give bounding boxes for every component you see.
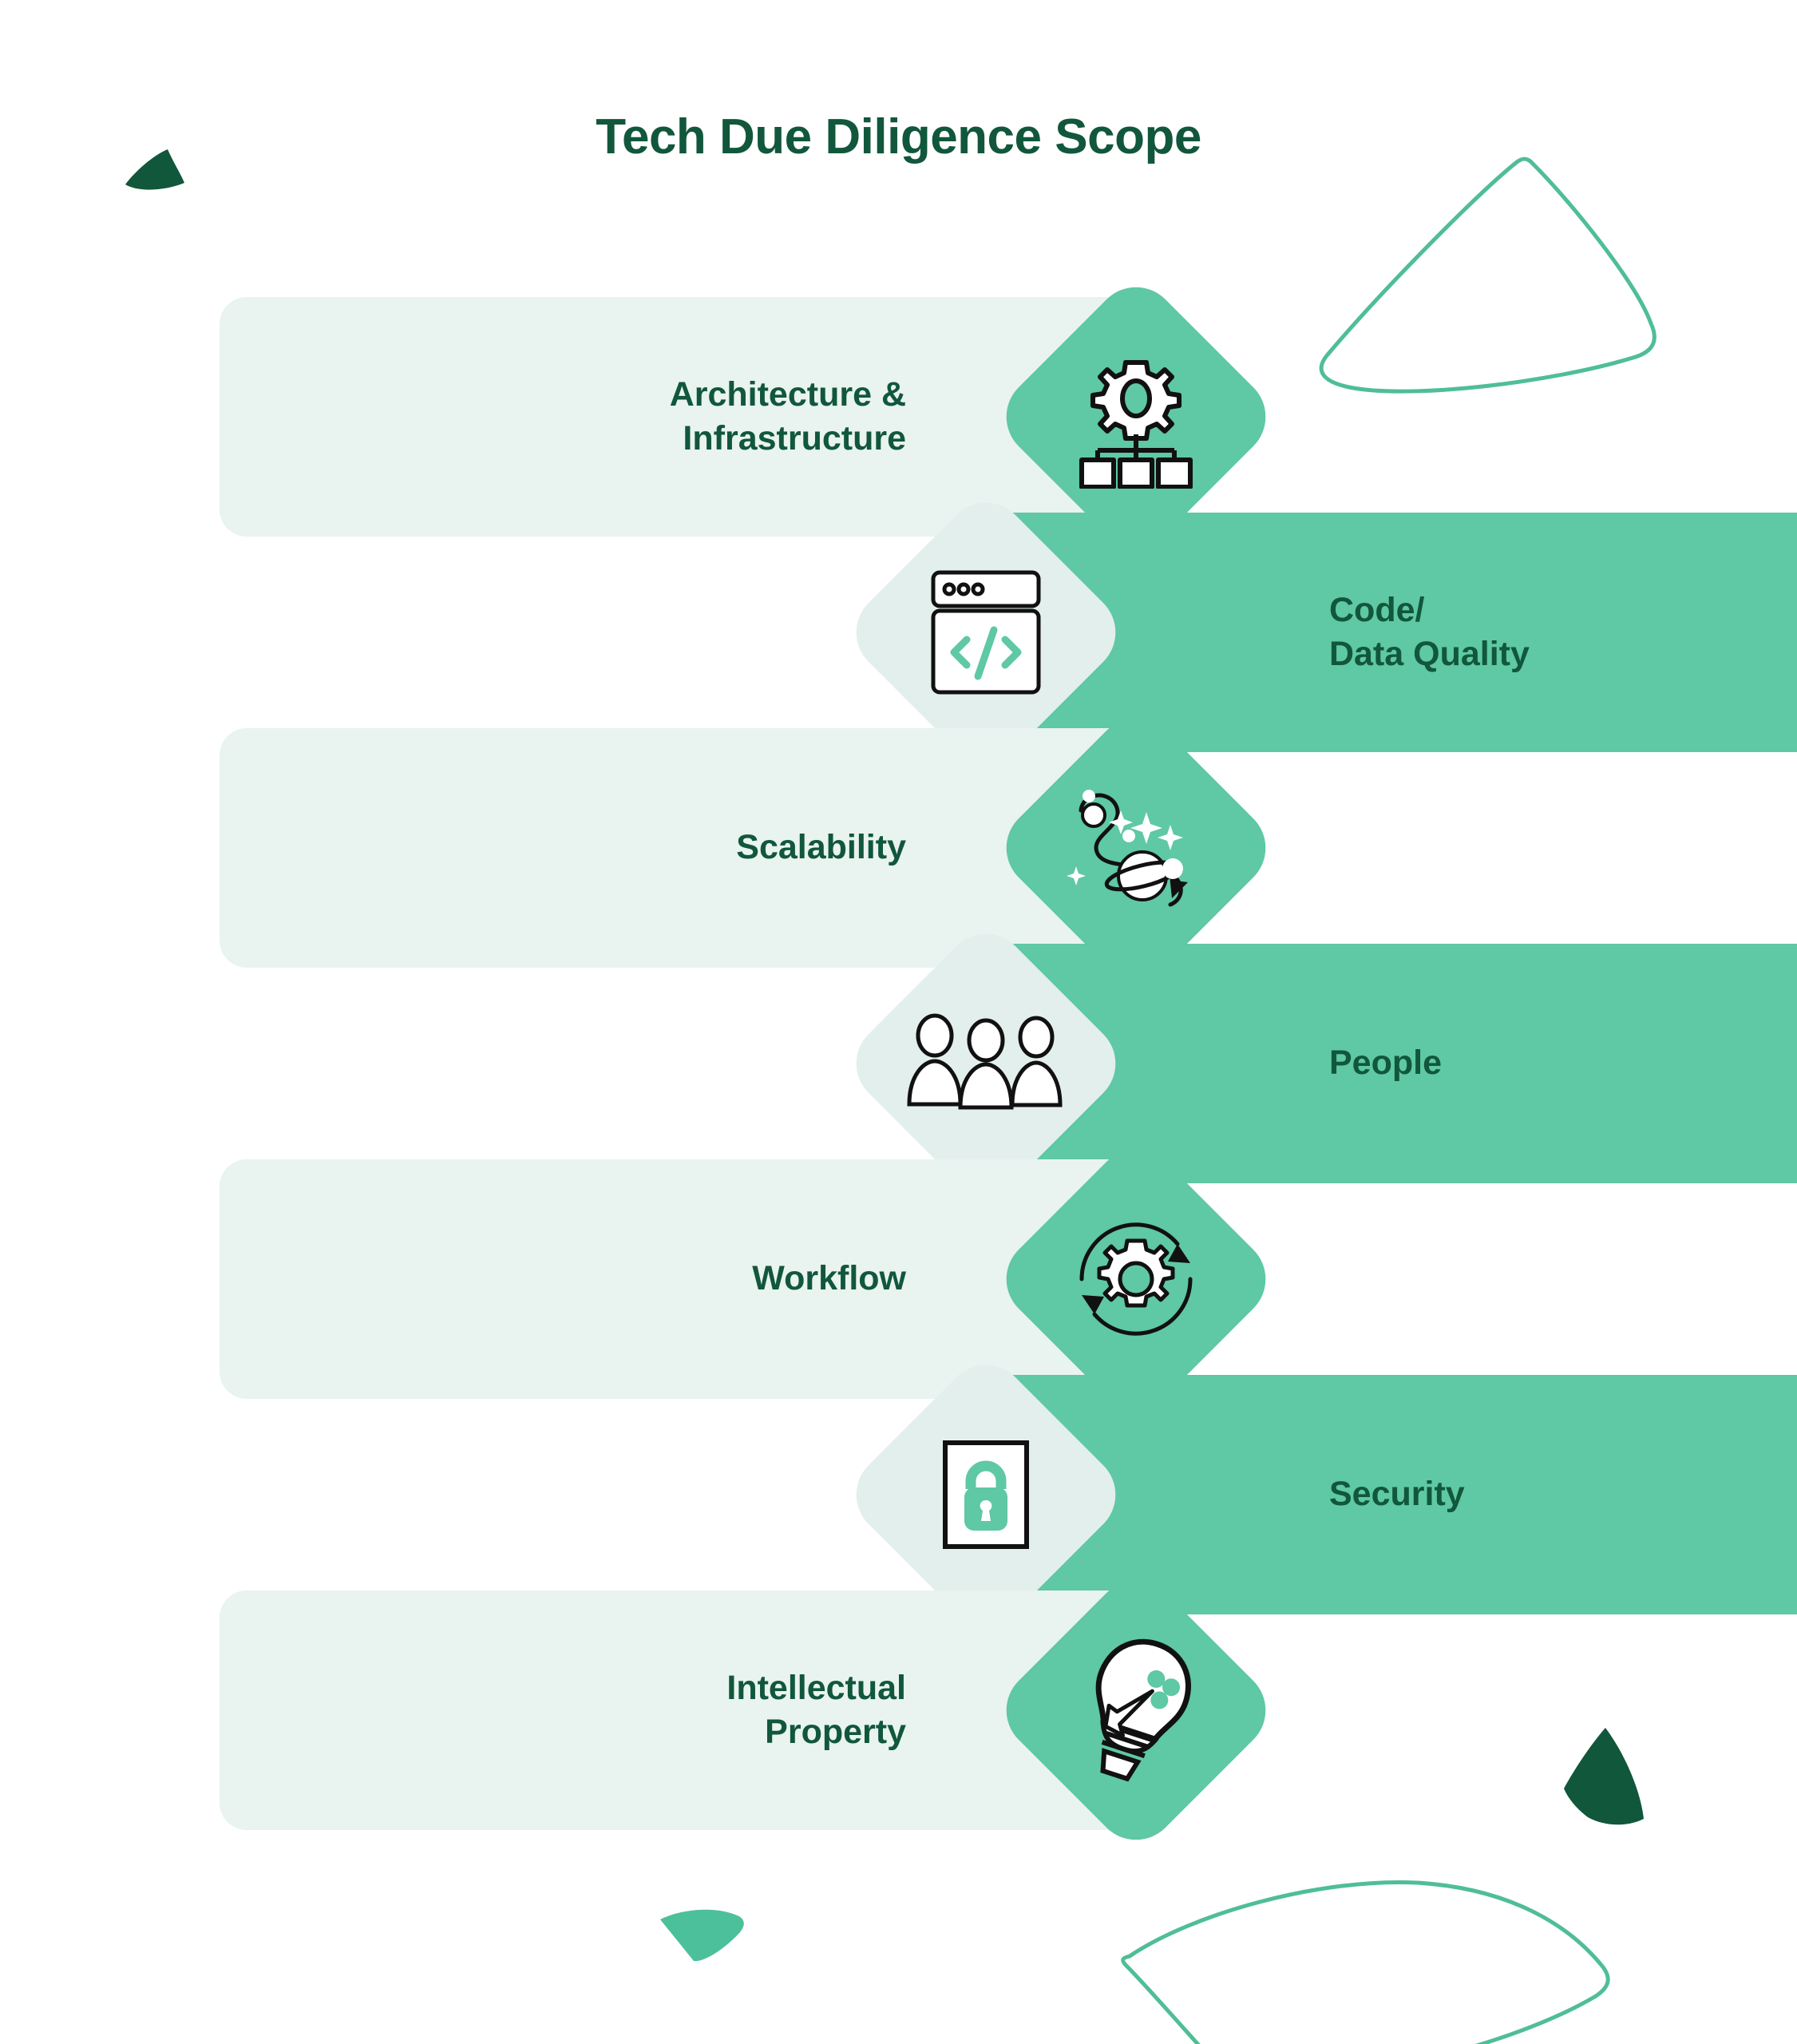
wedge-bottom-left-shape [651, 1892, 754, 1968]
infographic-canvas: Tech Due Diligence Scope Architecture & … [0, 0, 1797, 2044]
gear-refresh-icon [1079, 1222, 1193, 1336]
code-window-icon [931, 570, 1041, 695]
panel-workflow[interactable]: Workflow [220, 1159, 1138, 1399]
panel-scalability[interactable]: Scalability [220, 728, 1138, 968]
padlock-frame-icon [943, 1440, 1029, 1549]
panel-label-scalability: Scalability [736, 828, 906, 867]
gear-hierarchy-icon [1079, 360, 1193, 489]
row-intellectual-property: Intellectual Property [220, 1563, 1297, 1857]
row-security: Security [762, 1348, 1797, 1642]
row-workflow: Workflow [220, 1132, 1297, 1426]
panel-label-intellectual-property: Intellectual Property [726, 1668, 906, 1751]
planet-orbit-icon [1066, 789, 1188, 906]
lightbulb-idea-icon [1095, 1638, 1191, 1782]
outline-top-right-shape [1269, 148, 1668, 411]
panel-label-workflow: Workflow [752, 1259, 906, 1298]
people-group-icon [907, 1013, 1063, 1110]
panel-label-people: People [1329, 1044, 1442, 1083]
panel-label-code-data-quality: Code/ Data Quality [1329, 590, 1530, 673]
row-architecture-infrastructure: Architecture & Infrastructure [220, 270, 1297, 564]
outline-bottom-right-shape [1066, 1868, 1656, 2044]
row-code-data-quality: Code/ Data Quality [762, 485, 1797, 779]
wedge-bottom-right-shape [1561, 1725, 1649, 1828]
panel-intellectual-property[interactable]: Intellectual Property [220, 1590, 1138, 1830]
row-people: People [762, 917, 1797, 1210]
panel-label-security: Security [1329, 1475, 1465, 1514]
page-title: Tech Due Diligence Scope [596, 109, 1201, 164]
panel-label-architecture-infrastructure: Architecture & Infrastructure [669, 374, 906, 458]
panel-architecture-infrastructure[interactable]: Architecture & Infrastructure [220, 297, 1138, 537]
row-scalability: Scalability [220, 701, 1297, 995]
